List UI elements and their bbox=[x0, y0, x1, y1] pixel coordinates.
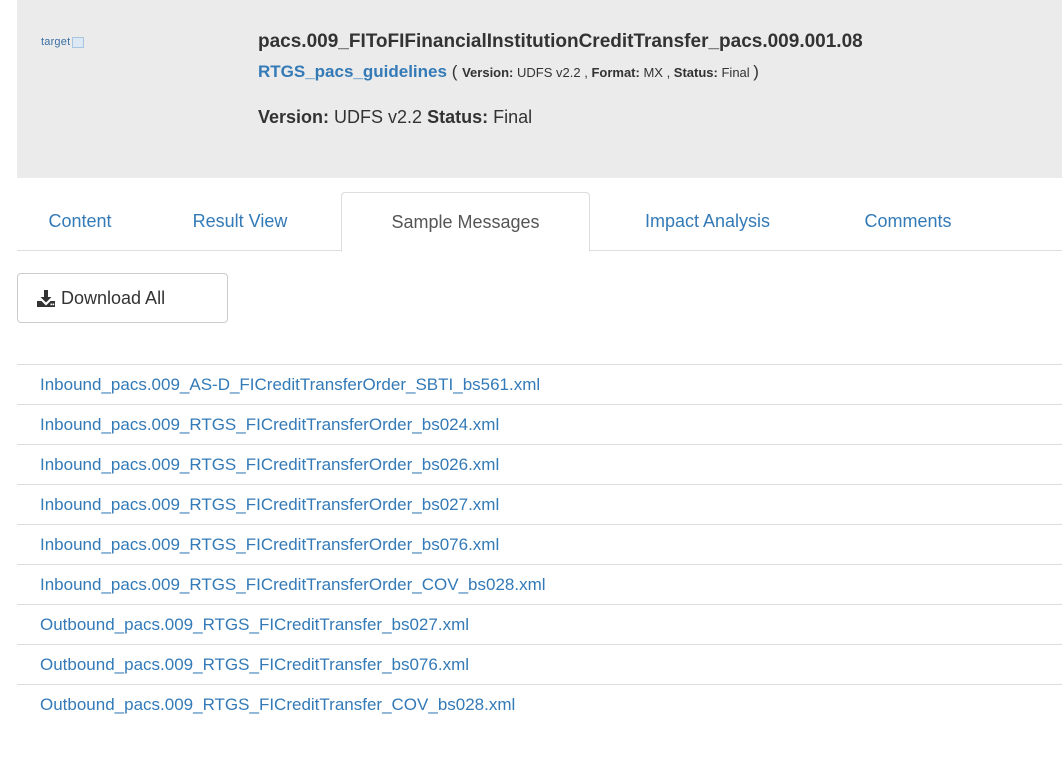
tab-impact-analysis[interactable]: Impact Analysis bbox=[601, 192, 814, 251]
sample-message-list: Inbound_pacs.009_AS-D_FICreditTransferOr… bbox=[17, 364, 1062, 724]
list-item: Inbound_pacs.009_RTGS_FICreditTransferOr… bbox=[17, 524, 1062, 564]
list-item: Outbound_pacs.009_RTGS_FICreditTransfer_… bbox=[17, 604, 1062, 644]
version-value: UDFS v2.2 bbox=[517, 65, 581, 80]
sample-file-link[interactable]: Inbound_pacs.009_AS-D_FICreditTransferOr… bbox=[40, 375, 540, 394]
logo-text: target bbox=[41, 36, 71, 48]
message-title: pacs.009_FIToFIFinancialInstitutionCredi… bbox=[258, 31, 863, 52]
tab-content[interactable]: Content bbox=[17, 192, 143, 251]
message-header: target pacs.009_FIToFIFinancialInstituti… bbox=[17, 0, 1062, 178]
sample-file-link[interactable]: Outbound_pacs.009_RTGS_FICreditTransfer_… bbox=[40, 655, 469, 674]
download-all-label: Download All bbox=[61, 287, 166, 308]
sample-file-link[interactable]: Inbound_pacs.009_RTGS_FICreditTransferOr… bbox=[40, 535, 499, 554]
guideline-subline: RTGS_pacs_guidelines ( Version: UDFS v2.… bbox=[258, 62, 759, 82]
line-status-value: Final bbox=[493, 107, 533, 127]
version-status-line: Version: UDFS v2.2 Status: Final bbox=[258, 107, 532, 128]
paren-close: ) bbox=[753, 62, 759, 81]
logo-mark-icon bbox=[72, 36, 85, 48]
sample-file-link[interactable]: Inbound_pacs.009_RTGS_FICreditTransferOr… bbox=[40, 415, 499, 434]
tab-bar: Content Result View Sample Messages Impa… bbox=[17, 192, 1062, 252]
guideline-meta: Version: UDFS v2.2 , Format: MX , Status… bbox=[462, 65, 750, 80]
sample-file-link[interactable]: Outbound_pacs.009_RTGS_FICreditTransfer_… bbox=[40, 695, 515, 714]
line-version-value: UDFS v2.2 bbox=[334, 107, 423, 127]
paren-open: ( bbox=[451, 62, 458, 81]
sample-file-link[interactable]: Inbound_pacs.009_RTGS_FICreditTransferOr… bbox=[40, 495, 499, 514]
format-value: MX bbox=[643, 65, 663, 80]
guideline-link[interactable]: RTGS_pacs_guidelines bbox=[258, 62, 447, 81]
list-item: Inbound_pacs.009_RTGS_FICreditTransferOr… bbox=[17, 404, 1062, 444]
status-value: Final bbox=[721, 65, 750, 80]
sample-file-link[interactable]: Inbound_pacs.009_RTGS_FICreditTransferOr… bbox=[40, 455, 499, 474]
list-item: Inbound_pacs.009_RTGS_FICreditTransferOr… bbox=[17, 484, 1062, 524]
target-logo: target bbox=[41, 34, 85, 50]
list-item: Inbound_pacs.009_AS-D_FICreditTransferOr… bbox=[17, 364, 1062, 404]
status-label: Status: bbox=[673, 65, 718, 80]
line-version-label: Version: bbox=[258, 107, 330, 127]
format-label: Format: bbox=[591, 65, 640, 80]
sample-file-link[interactable]: Inbound_pacs.009_RTGS_FICreditTransferOr… bbox=[40, 575, 546, 594]
download-all-button[interactable]: Download All bbox=[17, 273, 228, 323]
download-icon bbox=[37, 289, 55, 307]
list-item: Outbound_pacs.009_RTGS_FICreditTransfer_… bbox=[17, 644, 1062, 684]
list-item: Inbound_pacs.009_RTGS_FICreditTransferOr… bbox=[17, 564, 1062, 604]
list-item: Outbound_pacs.009_RTGS_FICreditTransfer_… bbox=[17, 684, 1062, 724]
tab-comments[interactable]: Comments bbox=[827, 192, 989, 251]
tab-result-view[interactable]: Result View bbox=[157, 192, 323, 251]
tab-sample-messages[interactable]: Sample Messages bbox=[341, 192, 590, 252]
version-label: Version: bbox=[462, 65, 514, 80]
list-item: Inbound_pacs.009_RTGS_FICreditTransferOr… bbox=[17, 444, 1062, 484]
sample-file-link[interactable]: Outbound_pacs.009_RTGS_FICreditTransfer_… bbox=[40, 615, 469, 634]
line-status-label: Status: bbox=[427, 107, 489, 127]
